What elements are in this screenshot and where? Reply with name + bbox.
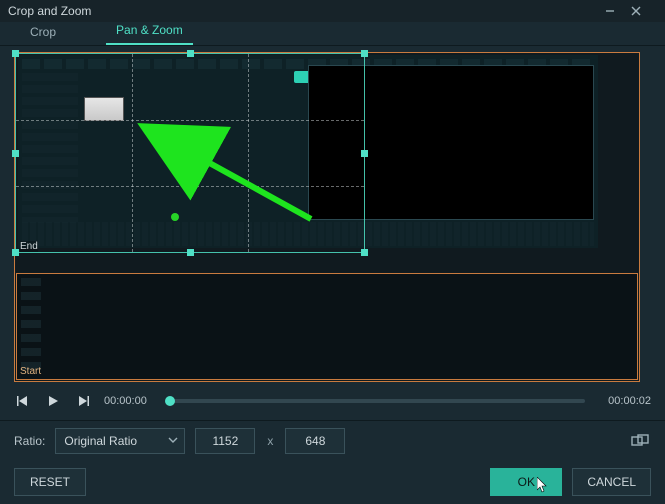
crop-handle[interactable] [361,249,368,256]
crop-start-rect[interactable]: Start [16,273,638,380]
ok-button[interactable]: OK [490,468,562,496]
crop-handle[interactable] [12,249,19,256]
ratio-select[interactable]: Original Ratio [55,428,185,454]
crop-start-label: Start [20,366,41,377]
close-button[interactable] [631,6,657,16]
chevron-down-icon [168,435,178,445]
minimize-button[interactable] [605,6,631,16]
tab-pan-zoom[interactable]: Pan & Zoom [106,19,193,45]
preview-stage[interactable]: End Start [14,52,640,382]
ratio-selected-value: Original Ratio [64,434,137,448]
playback-bar: 00:00:00 00:00:02 [0,386,665,416]
dimension-separator: x [265,434,275,448]
playback-knob[interactable] [165,396,175,406]
zoom-anchor-dot [171,213,179,221]
tab-bar: Crop Pan & Zoom [0,22,665,46]
titlebar: Crop and Zoom [0,0,665,22]
ratio-row: Ratio: Original Ratio 1152 x 648 [0,420,665,460]
reset-button[interactable]: RESET [14,468,86,496]
playback-slider[interactable] [170,399,585,403]
tab-crop[interactable]: Crop [20,21,66,45]
total-time: 00:00:02 [597,395,651,407]
play-button[interactable] [44,392,62,410]
thumbnail [84,97,124,121]
preview-content [18,55,598,248]
crop-handle[interactable] [187,249,194,256]
preview-monitor [308,65,594,220]
dialog-footer: RESET OK CANCEL [0,460,665,504]
width-input[interactable]: 1152 [195,428,255,454]
window-title: Crop and Zoom [8,4,605,18]
prev-frame-button[interactable] [14,392,32,410]
next-frame-button[interactable] [74,392,92,410]
height-input[interactable]: 648 [285,428,345,454]
current-time: 00:00:00 [104,395,158,407]
cursor-icon [537,477,549,493]
ratio-label: Ratio: [14,434,45,448]
ok-button-label: OK [518,475,535,489]
swap-start-end-icon[interactable] [631,434,651,448]
cancel-button[interactable]: CANCEL [572,468,651,496]
